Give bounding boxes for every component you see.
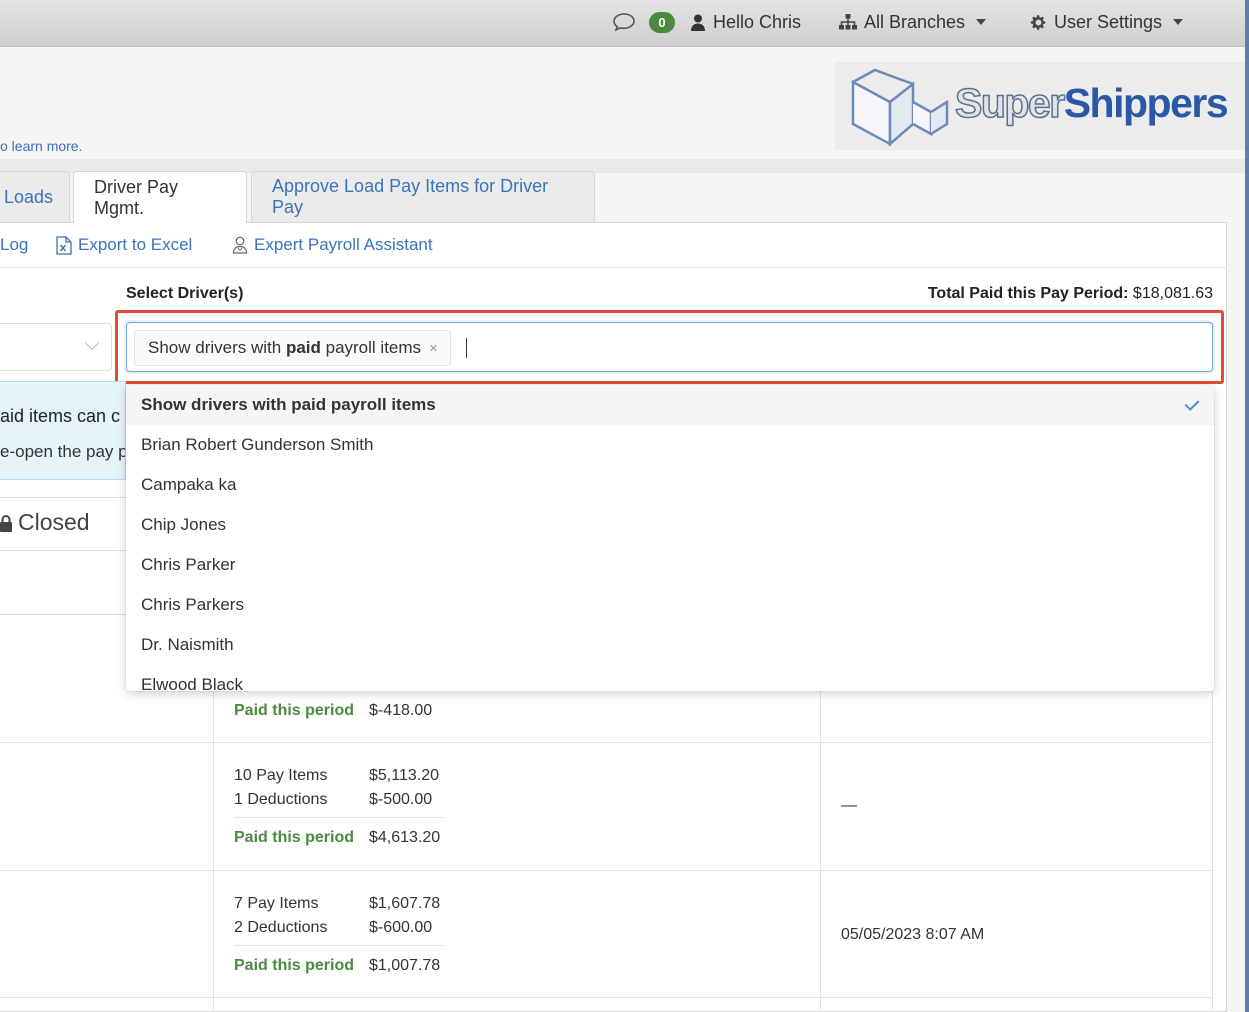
user-settings-dropdown[interactable]: User Settings xyxy=(1030,0,1184,44)
chip-prefix: Show drivers with xyxy=(148,338,286,357)
logo-shippers-text: Shippers xyxy=(1063,80,1229,126)
selected-filter-chip: Show drivers with paid payroll items × xyxy=(134,330,451,366)
top-navbar: 0 Hello Chris All Branches User Settings xyxy=(0,0,1245,47)
export-label: Export to Excel xyxy=(78,235,193,254)
total-paid-summary: Total Paid this Pay Period: $18,081.63 xyxy=(928,285,1213,303)
period-select[interactable] xyxy=(0,323,112,371)
option-label: Show drivers with paid payroll items xyxy=(141,395,436,414)
table-row[interactable]: 7 Pay Items $1,607.78 2 Deductions $-600… xyxy=(0,871,1212,998)
sitemap-icon xyxy=(839,14,857,30)
logo-wordmark: SuperShippers xyxy=(954,79,1229,127)
checkmark-icon xyxy=(1184,396,1200,411)
paid-date: — xyxy=(841,797,857,814)
learn-more-link[interactable]: o learn more. xyxy=(0,138,82,154)
chip-suffix: payroll items xyxy=(320,338,422,357)
chevron-down-icon xyxy=(1173,19,1184,25)
pay-items-value: $5,113.20 xyxy=(369,767,439,784)
paid-this-period-value: $4,613.20 xyxy=(369,829,441,846)
logo-super-text: Super xyxy=(954,79,1066,127)
paid-this-period-label: Paid this period xyxy=(234,957,355,974)
subtotal-divider xyxy=(234,945,444,946)
log-label: Log xyxy=(0,235,29,254)
chevron-down-icon xyxy=(976,19,987,25)
dropdown-option[interactable]: Elwood Black xyxy=(126,665,1214,691)
pay-items-count: 10 Pay Items xyxy=(234,767,328,784)
settings-label: User Settings xyxy=(1054,11,1163,32)
log-button[interactable]: Log xyxy=(0,222,28,268)
paid-this-period-label: Paid this period xyxy=(234,829,355,846)
dropdown-option[interactable]: Show drivers with paid payroll items xyxy=(126,385,1214,425)
branches-label: All Branches xyxy=(864,11,966,32)
total-paid-value: $18,081.63 xyxy=(1132,285,1213,302)
closed-status: Closed xyxy=(0,509,90,536)
paid-this-period-label: Paid this period xyxy=(234,702,355,719)
total-paid-label: Total Paid this Pay Period: xyxy=(927,285,1129,302)
paid-date: 05/05/2023 8:07 AM xyxy=(841,926,985,943)
table-row[interactable]: 10 Pay Items $5,113.20 1 Deductions $-50… xyxy=(0,743,1212,871)
export-to-excel-button[interactable]: Export to Excel xyxy=(56,222,192,268)
dropdown-option[interactable]: Chris Parker xyxy=(126,545,1214,585)
toolbar: Log Export to Excel Expert Payroll Assis… xyxy=(0,222,1227,268)
lock-icon xyxy=(0,514,12,532)
closed-label: Closed xyxy=(18,509,90,535)
window-edge xyxy=(1245,0,1249,1012)
divider xyxy=(0,497,126,498)
chip-bold: paid xyxy=(285,338,321,357)
pay-items-value: $1,607.78 xyxy=(369,895,441,912)
gear-icon xyxy=(1030,14,1046,30)
subtotal-divider xyxy=(234,817,444,818)
logo-box-icon xyxy=(851,68,949,147)
tab-loads[interactable]: Loads xyxy=(0,171,70,222)
info-line-1: aid items can c xyxy=(0,406,121,426)
remove-chip-icon[interactable]: × xyxy=(429,340,438,357)
company-logo: SuperShippers xyxy=(835,62,1245,150)
assistant-user-icon xyxy=(232,236,248,254)
tab-approve-load-pay-items[interactable]: Approve Load Pay Items for Driver Pay xyxy=(251,171,595,222)
deductions-count: 1 Deductions xyxy=(234,791,328,808)
dropdown-option[interactable]: Campaka ka xyxy=(126,465,1214,505)
chip-label: Show drivers with paid payroll items xyxy=(148,338,421,358)
info-line-2: e-open the pay p xyxy=(0,442,126,461)
chevron-down-icon xyxy=(84,335,100,351)
select-drivers-label: Select Driver(s) xyxy=(126,285,244,302)
driver-dropdown-menu: Show drivers with paid payroll items Bri… xyxy=(126,385,1214,691)
text-cursor xyxy=(466,338,467,358)
user-greeting[interactable]: Hello Chris xyxy=(690,0,801,44)
branches-dropdown[interactable]: All Branches xyxy=(839,0,987,44)
expert-label: Expert Payroll Assistant xyxy=(254,235,433,254)
dropdown-option[interactable]: Brian Robert Gunderson Smith xyxy=(126,425,1214,465)
driver-multiselect[interactable]: Show drivers with paid payroll items × xyxy=(126,322,1213,372)
messages-button[interactable]: 0 xyxy=(612,0,675,44)
dropdown-option[interactable]: Dr. Naismith xyxy=(126,625,1214,665)
message-count-badge: 0 xyxy=(649,11,675,33)
deductions-value: $-600.00 xyxy=(369,919,433,936)
greeting-text: Hello Chris xyxy=(713,11,802,32)
deductions-value: $-500.00 xyxy=(369,791,433,808)
excel-file-icon xyxy=(56,235,72,255)
user-icon xyxy=(691,14,705,31)
chat-bubble-icon xyxy=(613,13,635,32)
divider xyxy=(0,550,126,551)
deductions-count: 2 Deductions xyxy=(234,919,328,936)
pay-items-count: 7 Pay Items xyxy=(234,895,319,912)
info-alert: aid items can c e-open the pay p xyxy=(0,381,126,480)
dropdown-option[interactable]: Chris Parkers xyxy=(126,585,1214,625)
paid-this-period-value: $-418.00 xyxy=(369,702,433,719)
tab-driver-pay-mgmt[interactable]: Driver Pay Mgmt. xyxy=(73,171,247,223)
expert-payroll-assistant-button[interactable]: Expert Payroll Assistant xyxy=(232,222,433,268)
paid-this-period-value: $1,007.78 xyxy=(369,957,441,974)
dropdown-option[interactable]: Chip Jones xyxy=(126,505,1214,545)
